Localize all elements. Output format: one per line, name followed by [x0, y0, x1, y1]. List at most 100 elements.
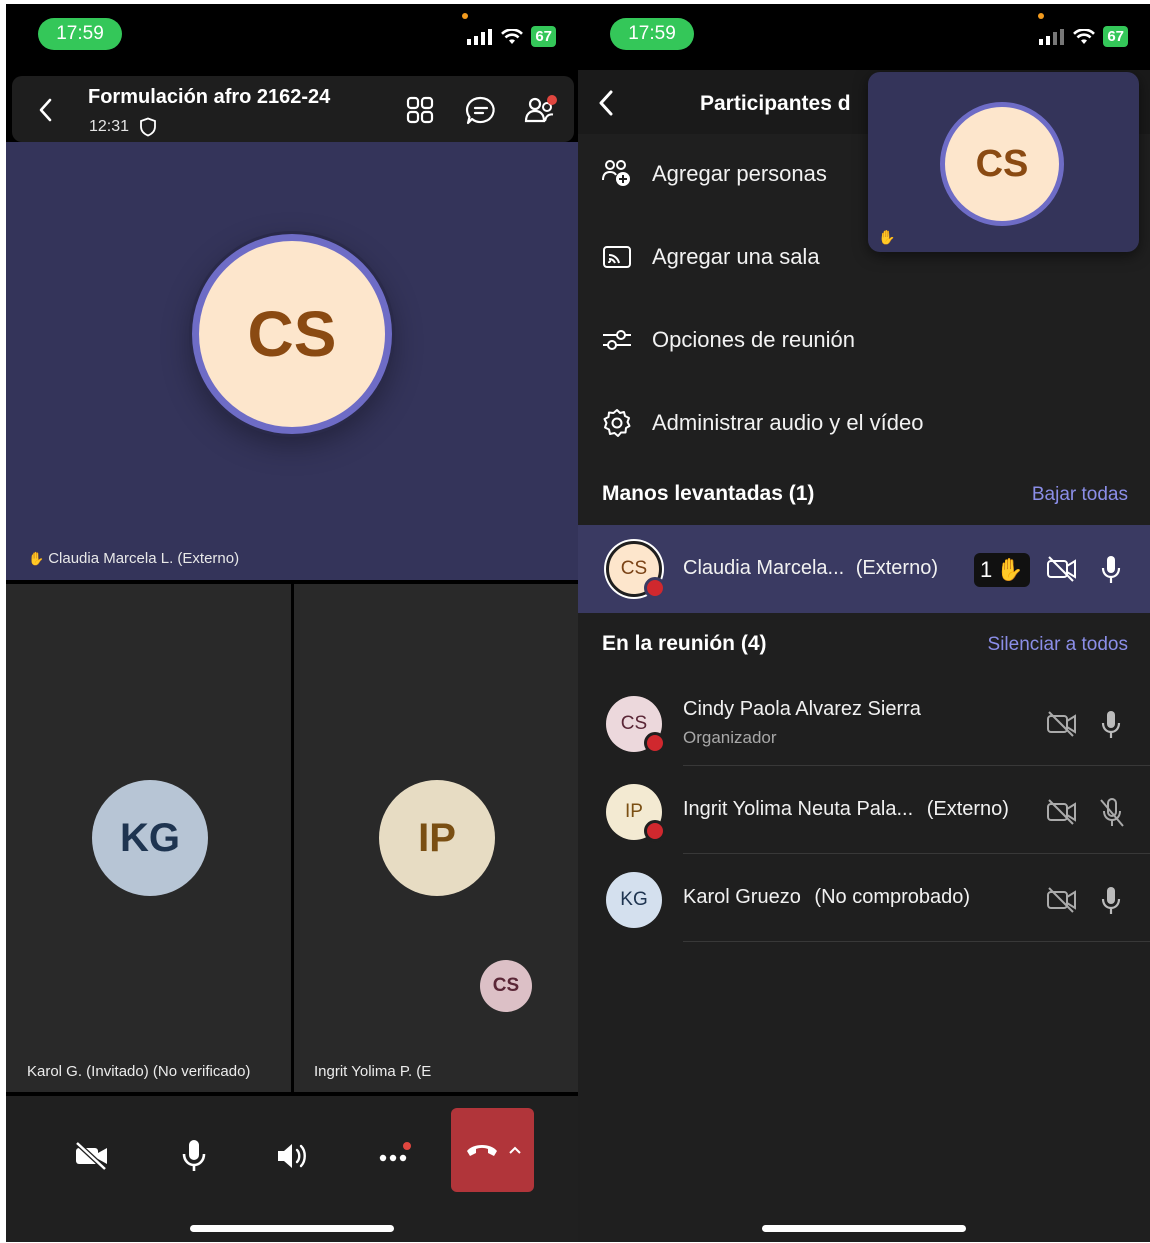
- phone-hangup-icon: [466, 1145, 497, 1156]
- add-people-label: Agregar personas: [652, 161, 827, 186]
- sliders-icon: [603, 330, 631, 350]
- chat-icon[interactable]: [465, 96, 497, 126]
- participant-name: Ingrit Yolima P. (E: [314, 1063, 432, 1080]
- more-icon: [379, 1142, 411, 1162]
- participant-avatar: IP: [379, 780, 495, 896]
- raised-hand-order: 1: [980, 557, 993, 582]
- mic-icon: [182, 1140, 206, 1171]
- manage-av-label: Administrar audio y el vídeo: [652, 410, 924, 435]
- participant-tile-kg[interactable]: KG Karol G. (Invitado) (No verificado): [6, 584, 291, 1092]
- privacy-indicator: [462, 13, 468, 19]
- raised-hand-icon: ✋: [878, 229, 896, 245]
- mic-off-icon: [1100, 798, 1124, 827]
- video-pip[interactable]: CS ✋: [868, 72, 1139, 252]
- camera-off-icon: [1047, 711, 1076, 737]
- speaker-icon: [278, 1144, 306, 1168]
- mic-icon: [1101, 711, 1121, 738]
- camera-off-icon: [1047, 799, 1076, 825]
- mic-toggle-button[interactable]: [170, 1132, 218, 1180]
- participant-name-text: Ingrit Yolima Neuta Pala...: [683, 798, 914, 820]
- call-header: Formulación afro 2162-24 12:31: [12, 76, 574, 142]
- participant-row[interactable]: IP Ingrit Yolima Neuta Pala... (Externo): [578, 768, 1150, 856]
- call-controls: [6, 1096, 578, 1242]
- participant-name: Claudia Marcela... (Externo): [683, 557, 938, 580]
- wifi-icon: [501, 28, 524, 44]
- meeting-title: Formulación afro 2162-24: [88, 86, 331, 108]
- status-time: 17:59: [610, 18, 694, 50]
- grid-layout-icon[interactable]: [406, 96, 434, 124]
- status-bar: 17:59 67: [578, 4, 1150, 70]
- raised-hands-header: Manos levantadas (1): [602, 482, 815, 505]
- privacy-indicator: [1038, 13, 1044, 19]
- participants-icon[interactable]: [524, 94, 558, 126]
- participants-screen: 17:59 67 Participantes d Agregar persona…: [578, 4, 1150, 1242]
- status-bar: 17:59 67: [6, 4, 578, 70]
- status-time: 17:59: [38, 18, 122, 50]
- presence-dot: [644, 732, 666, 754]
- home-indicator: [762, 1225, 966, 1232]
- back-icon[interactable]: [598, 90, 614, 116]
- raised-hand-icon: ✋: [28, 550, 45, 566]
- participant-avatar: KG: [92, 780, 208, 896]
- raised-hand-row[interactable]: CS Claudia Marcela... (Externo) 1 ✋: [578, 525, 1150, 613]
- participant-name: Ingrit Yolima Neuta Pala... (Externo): [683, 798, 1009, 821]
- participant-role: Organizador: [683, 728, 777, 747]
- participant-row[interactable]: CS Cindy Paola Alvarez Sierra Organizado…: [578, 680, 1150, 768]
- camera-off-icon: [75, 1141, 107, 1171]
- lower-all-hands-button[interactable]: Bajar todas: [1032, 484, 1128, 506]
- add-room-label: Agregar una sala: [652, 244, 820, 269]
- mic-icon: [1101, 556, 1121, 583]
- shield-icon: [140, 117, 156, 137]
- participant-name: Karol G. (Invitado) (No verificado): [27, 1063, 251, 1080]
- row-divider: [683, 765, 1150, 766]
- mute-all-button[interactable]: Silenciar a todos: [988, 634, 1128, 656]
- chevron-up-icon[interactable]: [508, 1146, 521, 1154]
- more-options-button[interactable]: [370, 1132, 418, 1180]
- raised-hand-icon: ✋: [996, 557, 1024, 582]
- participant-row[interactable]: KG Karol Gruezo (No comprobado): [578, 856, 1150, 944]
- participant-name: Karol Gruezo (No comprobado): [683, 886, 970, 909]
- home-indicator: [190, 1225, 394, 1232]
- active-speaker-stage[interactable]: CS ✋ Claudia Marcela L. (Externo): [6, 142, 578, 580]
- wifi-icon: [1073, 28, 1096, 44]
- participant-tag: (No comprobado): [814, 886, 971, 908]
- meeting-options-label: Opciones de reunión: [652, 327, 856, 352]
- participant-name: Cindy Paola Alvarez Sierra: [683, 698, 921, 720]
- meeting-options-item[interactable]: Opciones de reunión: [578, 307, 1150, 373]
- meeting-timer: 12:31: [89, 117, 157, 137]
- participant-tag: (Externo): [855, 557, 938, 579]
- in-meeting-header: En la reunión (4): [602, 632, 767, 655]
- participant-tag: (Externo): [926, 798, 1009, 820]
- participant-name-text: Claudia Marcela...: [683, 557, 845, 579]
- mic-icon: [1101, 887, 1121, 914]
- participant-avatar: KG: [606, 872, 662, 928]
- participants-title: Participantes d: [700, 92, 851, 115]
- camera-off-icon: [1047, 887, 1076, 913]
- self-view-avatar[interactable]: CS: [480, 960, 532, 1012]
- row-divider: [683, 853, 1150, 854]
- signal-icon: [1039, 28, 1065, 45]
- status-icons: 67: [1039, 26, 1128, 47]
- camera-toggle-button[interactable]: [68, 1132, 116, 1180]
- pip-avatar: CS: [940, 102, 1064, 226]
- hang-up-button[interactable]: [451, 1108, 534, 1192]
- raised-hand-badge: 1 ✋: [974, 553, 1030, 587]
- camera-off-icon: [1047, 556, 1076, 582]
- participant-tile-ip[interactable]: IP CS Ingrit Yolima P. (E: [294, 584, 578, 1092]
- battery-indicator: 67: [531, 26, 556, 47]
- active-speaker-name: Claudia Marcela L. (Externo): [48, 550, 240, 567]
- active-speaker-label: ✋ Claudia Marcela L. (Externo): [28, 550, 239, 567]
- call-screen: 17:59 67 Formulación afro 2162-24 12:31 …: [6, 4, 578, 1242]
- cast-room-icon: [603, 246, 631, 268]
- timer-text: 12:31: [89, 118, 130, 135]
- speaker-button[interactable]: [270, 1132, 318, 1180]
- battery-indicator: 67: [1103, 26, 1128, 47]
- add-people-icon: [602, 160, 630, 186]
- participant-name-text: Karol Gruezo: [683, 886, 801, 908]
- back-icon[interactable]: [38, 98, 52, 122]
- presence-dot: [644, 577, 666, 599]
- signal-icon: [467, 28, 493, 45]
- status-icons: 67: [467, 26, 556, 47]
- row-divider: [683, 941, 1150, 942]
- manage-av-item[interactable]: Administrar audio y el vídeo: [578, 390, 1150, 456]
